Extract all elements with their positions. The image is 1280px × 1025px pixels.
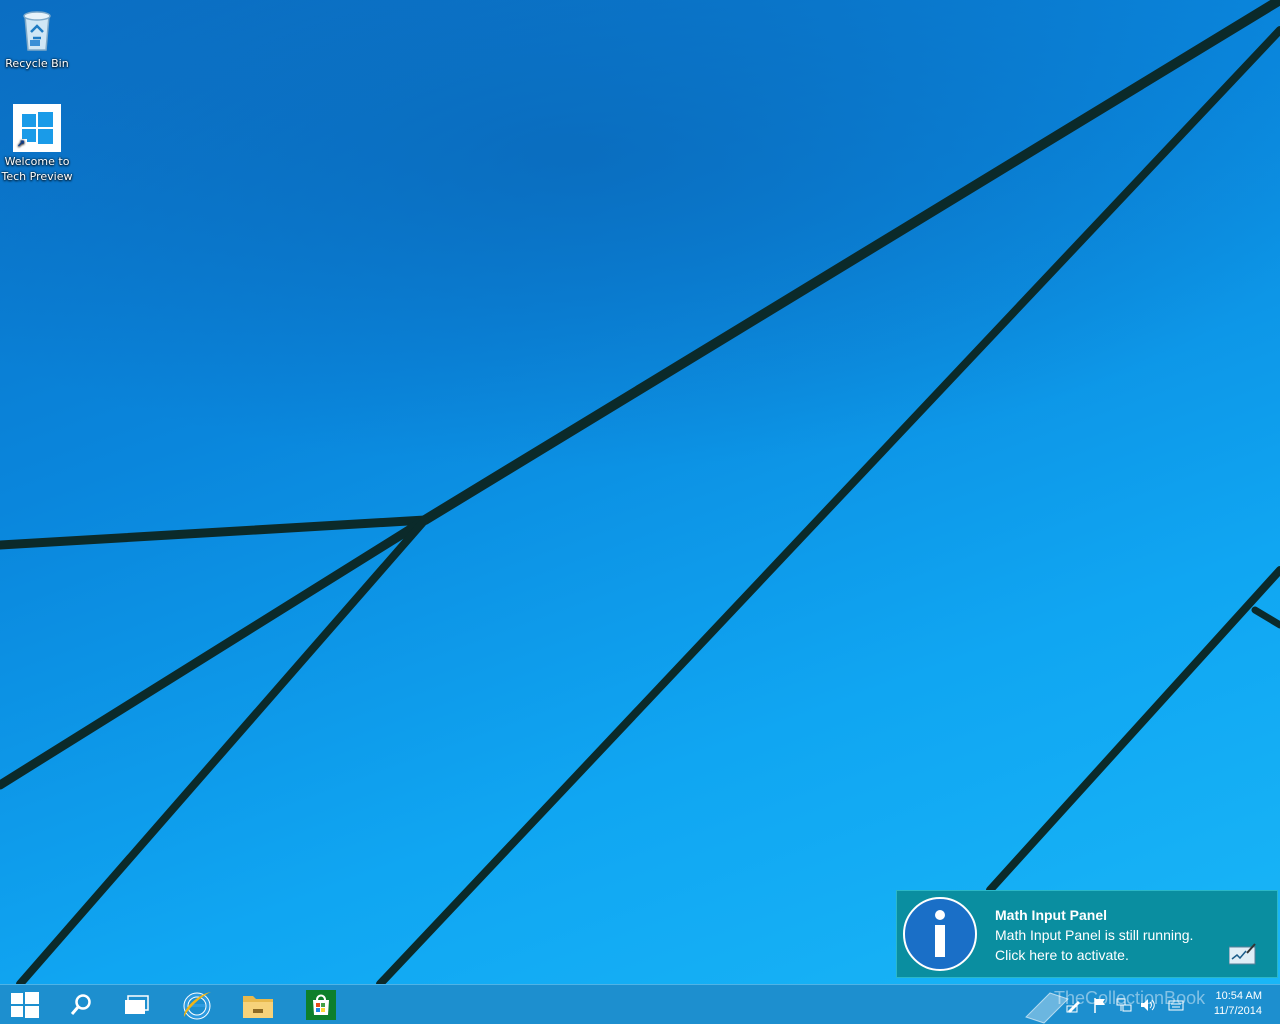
pen-icon[interactable] [1066,997,1082,1013]
clock-date: 11/7/2014 [1213,1005,1262,1017]
store-icon [306,990,336,1020]
windows-logo-icon: ↗ [13,104,61,152]
internet-explorer-button[interactable] [172,985,222,1025]
flag-icon[interactable] [1092,997,1108,1013]
info-icon [903,897,977,971]
task-view-icon [125,995,149,1014]
file-explorer-button[interactable] [233,985,283,1025]
volume-icon[interactable] [1140,997,1156,1013]
start-button[interactable] [0,985,50,1025]
store-button[interactable] [296,985,346,1025]
notification-message: Math Input Panel is still running. [995,927,1194,943]
welcome-tech-preview-shortcut[interactable]: ↗ Welcome to Tech Preview [0,104,74,184]
notification-title: Math Input Panel [995,907,1107,923]
welcome-label-line2: Tech Preview [1,170,73,183]
search-button[interactable] [56,985,106,1025]
search-icon [70,994,91,1015]
windows-logo-icon [11,992,39,1018]
notification-action-text: Click here to activate. [995,947,1129,963]
recycle-bin-icon [13,6,61,54]
ie-icon [183,992,211,1020]
folder-icon [243,996,273,1018]
welcome-label-line1: Welcome to [4,155,70,168]
keyboard-icon[interactable] [1168,997,1184,1013]
recycle-bin-shortcut[interactable]: Recycle Bin [0,6,74,71]
taskbar: TheCollectionBook 10:54 AM 11/7/2014 [0,984,1280,1024]
math-input-panel-icon [1229,943,1256,965]
wallpaper-lines [0,0,1280,984]
network-icon[interactable] [1116,997,1132,1013]
clock-time: 10:54 AM [1215,990,1262,1002]
math-input-panel-notification[interactable]: Math Input Panel Math Input Panel is sti… [896,890,1278,978]
desktop[interactable]: Recycle Bin ↗ Welcome to Tech Preview Ma… [0,0,1280,984]
task-view-button[interactable] [112,985,162,1025]
system-tray: TheCollectionBook 10:54 AM 11/7/2014 [1020,985,1280,1025]
shortcut-arrow-icon: ↗ [15,139,27,151]
recycle-bin-label: Recycle Bin [5,57,69,70]
clock[interactable]: 10:54 AM 11/7/2014 [1214,989,1262,1019]
